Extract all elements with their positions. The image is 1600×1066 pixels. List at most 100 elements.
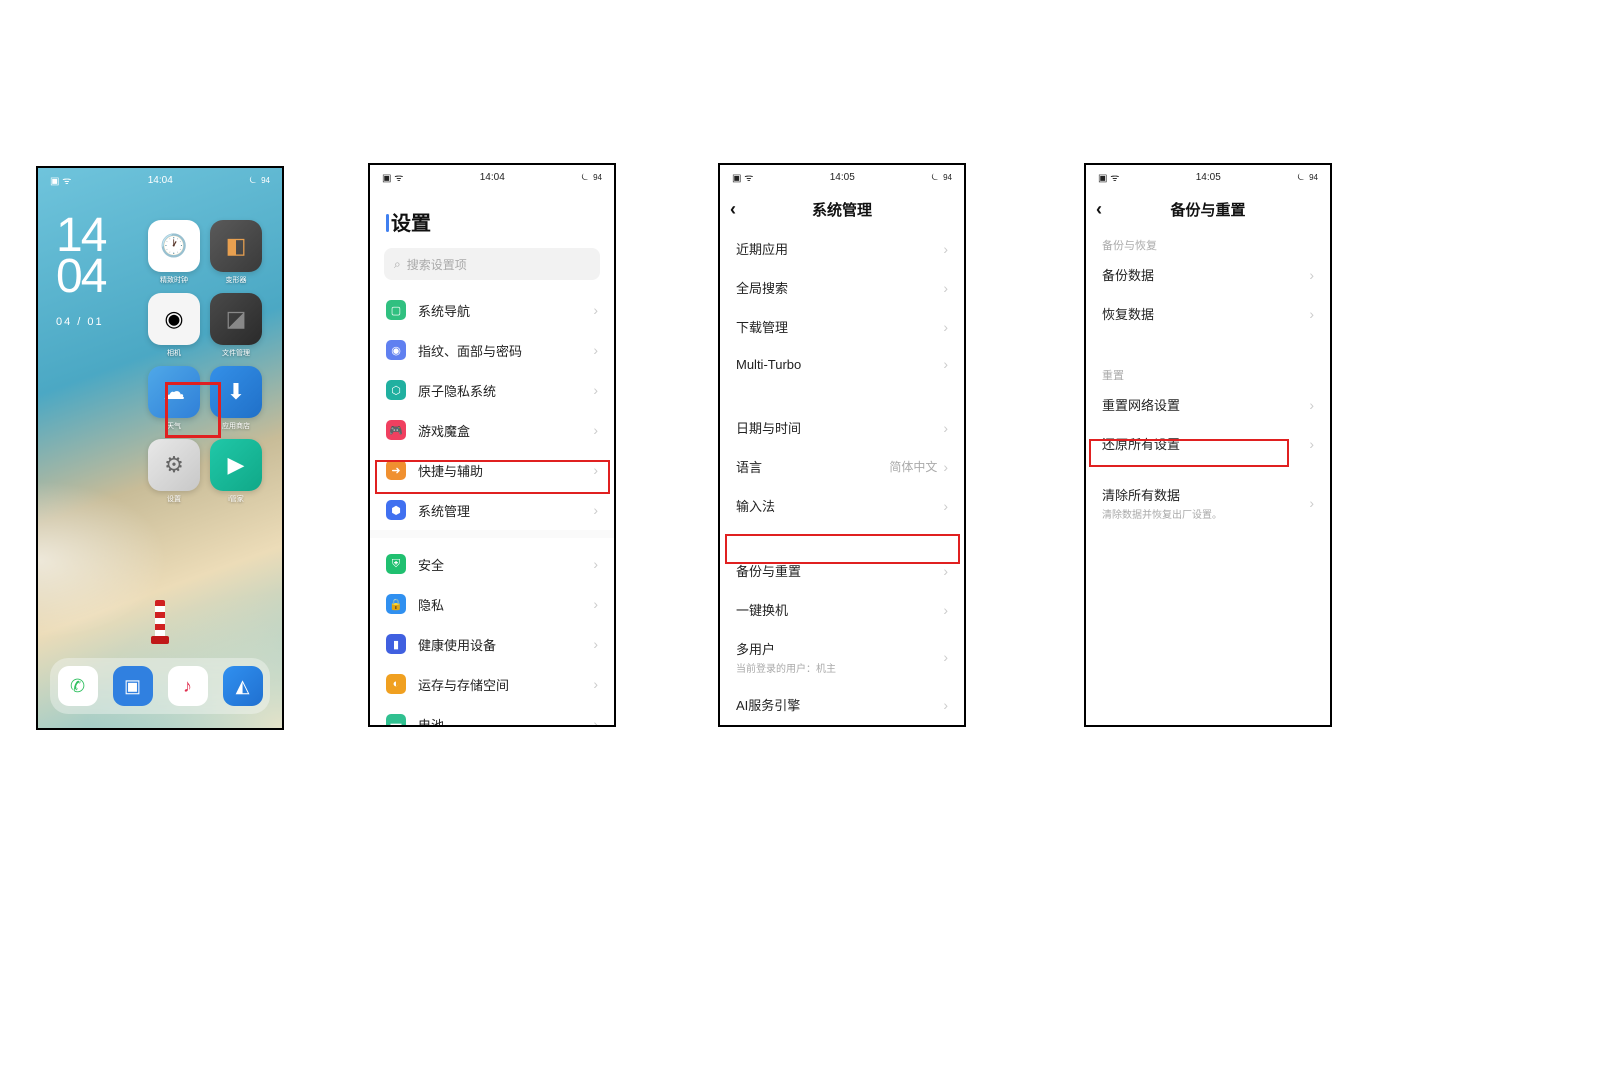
dock-browser[interactable]: ◭ [223, 666, 263, 706]
row-global-search[interactable]: 全局搜索› [720, 268, 964, 307]
section-gap [720, 525, 964, 551]
app-store-label: 应用商店 [222, 421, 250, 431]
row-label: 原子隐私系统 [418, 381, 593, 400]
app-settings[interactable]: ⚙ [148, 439, 200, 491]
app-files[interactable]: ◪ [210, 293, 262, 345]
back-button[interactable]: ‹ [1096, 199, 1102, 220]
row-quick-assist[interactable]: ➜快捷与辅助› [370, 450, 614, 490]
row-label: 还原所有设置 [1102, 434, 1309, 453]
dock-music[interactable]: ♪ [168, 666, 208, 706]
row-label: 指纹、面部与密码 [418, 341, 593, 360]
phone-settings: ▣ ᯤ 14:04 ⏾ 94 设置 ⌕ 搜索设置项 ▢系统导航› ◉指纹、面部与… [368, 163, 616, 727]
search-input[interactable]: ⌕ 搜索设置项 [384, 248, 600, 280]
clock-date: 04 / 01 [56, 316, 105, 328]
chevron-right-icon: › [943, 602, 948, 618]
settings-list: ▢系统导航› ◉指纹、面部与密码› ⬡原子隐私系统› 🎮游戏魔盒› ➜快捷与辅助… [370, 290, 614, 727]
chevron-right-icon: › [1309, 306, 1314, 322]
row-gamebox[interactable]: 🎮游戏魔盒› [370, 410, 614, 450]
section-backup-restore: 备份与恢复 [1086, 229, 1330, 255]
row-download-mgr[interactable]: 下载管理› [720, 307, 964, 346]
moon-icon: ⏾ [249, 175, 257, 186]
row-privacy[interactable]: 🔒隐私› [370, 584, 614, 624]
chevron-right-icon: › [943, 356, 948, 372]
row-system-management[interactable]: ⬢系统管理› [370, 490, 614, 530]
battery-percent: 94 [261, 176, 270, 185]
row-language[interactable]: 语言简体中文› [720, 447, 964, 486]
search-placeholder: 搜索设置项 [407, 256, 467, 273]
row-recent-apps[interactable]: 近期应用› [720, 229, 964, 268]
app-cube[interactable]: ◧ [210, 220, 262, 272]
row-label: Multi-Turbo [736, 357, 943, 372]
chevron-right-icon: › [943, 649, 948, 665]
chevron-right-icon: › [593, 302, 598, 318]
row-label: 日期与时间 [736, 418, 943, 437]
row-reset-network[interactable]: 重置网络设置› [1086, 385, 1330, 424]
row-ai-engine[interactable]: AI服务引擎› [720, 685, 964, 724]
status-bar: ▣ ᯤ 14:05 ⏾ 94 [1086, 165, 1330, 189]
phone-backup-reset: ▣ ᯤ 14:05 ⏾ 94 ‹ 备份与重置 备份与恢复 备份数据› 恢复数据›… [1084, 163, 1332, 727]
app-weather[interactable]: ☁ [148, 366, 200, 418]
security-icon: ⛨ [386, 554, 406, 574]
row-backup-reset[interactable]: 备份与重置› [720, 551, 964, 590]
row-value: 简体中文 [889, 458, 937, 475]
row-restore-data[interactable]: 恢复数据› [1086, 294, 1330, 333]
chevron-right-icon: › [943, 420, 948, 436]
row-input-method[interactable]: 输入法› [720, 486, 964, 525]
row-privacy-system[interactable]: ⬡原子隐私系统› [370, 370, 614, 410]
section-gap [1086, 463, 1330, 475]
row-battery[interactable]: ▬电池› [370, 704, 614, 727]
row-label: 备份与重置 [736, 561, 943, 580]
row-label: 安全 [418, 555, 593, 574]
battery-icon: ▬ [386, 714, 406, 727]
row-label: 多用户 [736, 639, 943, 658]
battery-percent: 94 [593, 173, 602, 182]
row-label: 全局搜索 [736, 278, 943, 297]
row-storage[interactable]: ◐运存与存储空间› [370, 664, 614, 704]
app-clock[interactable]: 🕐 [148, 220, 200, 272]
app-imanager[interactable]: ▶ [210, 439, 262, 491]
title-accent [386, 214, 389, 232]
app-weather-label: 天气 [167, 421, 181, 431]
row-clear-all-data[interactable]: 清除所有数据 清除数据并恢复出厂设置。 › [1086, 475, 1330, 531]
row-label: 一键换机 [736, 600, 943, 619]
app-files-label: 文件管理 [222, 348, 250, 358]
dock-phone[interactable]: ✆ [58, 666, 98, 706]
header-bar: ‹ 系统管理 [720, 189, 964, 229]
app-store[interactable]: ⬇ [210, 366, 262, 418]
chevron-right-icon: › [943, 280, 948, 296]
app-camera-label: 相机 [167, 348, 181, 358]
chevron-right-icon: › [593, 462, 598, 478]
settings-title: 设置 [370, 189, 614, 244]
row-fingerprint[interactable]: ◉指纹、面部与密码› [370, 330, 614, 370]
app-cube-label: 变形器 [226, 275, 247, 285]
row-system-nav[interactable]: ▢系统导航› [370, 290, 614, 330]
storage-icon: ◐ [386, 674, 406, 694]
row-health[interactable]: ▮健康使用设备› [370, 624, 614, 664]
statusbar-time: 14:04 [480, 172, 505, 183]
health-icon: ▮ [386, 634, 406, 654]
chevron-right-icon: › [1309, 267, 1314, 283]
row-reset-all-settings[interactable]: 还原所有设置› [1086, 424, 1330, 463]
row-security[interactable]: ⛨安全› [370, 544, 614, 584]
chevron-right-icon: › [943, 498, 948, 514]
app-camera[interactable]: ◉ [148, 293, 200, 345]
cube-icon: ◧ [226, 233, 247, 259]
row-multi-turbo[interactable]: Multi-Turbo› [720, 346, 964, 382]
row-datetime[interactable]: 日期与时间› [720, 408, 964, 447]
sysmgmt-list: 近期应用› 全局搜索› 下载管理› Multi-Turbo› 日期与时间› 语言… [720, 229, 964, 727]
section-gap [370, 530, 614, 544]
header-bar: ‹ 备份与重置 [1086, 189, 1330, 229]
status-bar: ▣ ᯤ 14:04 ⏾ 94 [370, 165, 614, 189]
row-multi-user[interactable]: 多用户 当前登录的用户：机主 › [720, 629, 964, 685]
row-google[interactable]: Google› [720, 724, 964, 727]
row-backup-data[interactable]: 备份数据› [1086, 255, 1330, 294]
dock-app[interactable]: ▣ [113, 666, 153, 706]
back-button[interactable]: ‹ [730, 199, 736, 220]
chevron-right-icon: › [943, 459, 948, 475]
game-icon: 🎮 [386, 420, 406, 440]
battery-percent: 94 [943, 173, 952, 182]
row-phone-clone[interactable]: 一键换机› [720, 590, 964, 629]
lock-icon: 🔒 [386, 594, 406, 614]
chevron-right-icon: › [593, 502, 598, 518]
status-bar: ▣ ᯤ 14:05 ⏾ 94 [720, 165, 964, 189]
